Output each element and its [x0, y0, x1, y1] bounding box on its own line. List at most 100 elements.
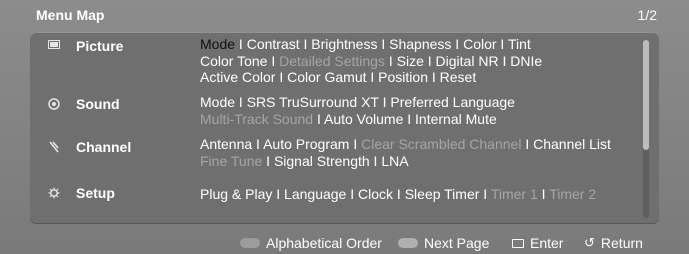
menu-item-line: Active Color I Color Gamut I Position I …: [200, 69, 650, 86]
menu-item[interactable]: Preferred Language: [390, 94, 515, 110]
menu-item[interactable]: DNIe: [510, 53, 542, 69]
enter-icon: [512, 238, 524, 248]
menu-item[interactable]: Auto Program: [263, 136, 349, 152]
menu-item-line: Multi-Track Sound I Auto Volume I Intern…: [200, 111, 650, 128]
menu-item-line: Plug & Play I Language I Clock I Sleep T…: [200, 186, 650, 203]
menu-item[interactable]: Color: [463, 36, 496, 52]
menu-item[interactable]: SRS TruSurround XT: [247, 94, 379, 110]
menu-item[interactable]: Shapness: [389, 36, 451, 52]
item-separator: I: [377, 36, 390, 52]
channel-icon: [48, 141, 60, 153]
menu-item[interactable]: Active Color: [200, 69, 275, 85]
item-separator: I: [299, 36, 312, 52]
item-separator: I: [235, 94, 247, 110]
item-separator: I: [262, 152, 274, 169]
menu-item[interactable]: Internal Mute: [415, 111, 497, 127]
item-separator: I: [393, 186, 405, 202]
return-label: Return: [600, 235, 643, 251]
menu-item-line: Mode I SRS TruSurround XT I Preferred La…: [200, 94, 650, 111]
item-separator: I: [384, 52, 397, 69]
menu-items: Plug & Play I Language I Clock I Sleep T…: [200, 186, 650, 203]
item-separator: I: [378, 94, 391, 110]
menu-item[interactable]: LNA: [381, 153, 408, 169]
item-separator: I: [349, 136, 362, 152]
menu-item[interactable]: Auto Volume: [324, 111, 403, 127]
item-separator: I: [313, 110, 324, 127]
page-title: Menu Map: [36, 7, 105, 23]
menu-item[interactable]: Channel List: [533, 136, 611, 152]
item-separator: I: [537, 186, 550, 202]
picture-icon: [48, 40, 60, 52]
menu-item[interactable]: Mode: [200, 94, 235, 110]
menu-item[interactable]: Mode: [200, 36, 235, 52]
menu-item[interactable]: Language: [284, 186, 346, 202]
page-indicator: 1/2: [637, 7, 657, 23]
enter-button[interactable]: Enter: [512, 235, 563, 251]
menu-item[interactable]: Tint: [508, 36, 531, 52]
light-button-icon: [398, 238, 418, 248]
menu-item[interactable]: Color Tone: [200, 53, 267, 69]
item-separator: I: [423, 52, 436, 69]
menu-item[interactable]: Reset: [440, 69, 477, 85]
return-button[interactable]: ↺ Return: [584, 235, 643, 251]
menu-map-screen: Menu Map 1/2 Picture Mode I Contrast I B…: [0, 0, 689, 254]
scroll-thumb[interactable]: [643, 40, 649, 150]
alphabetical-order-button[interactable]: Alphabetical Order: [240, 235, 382, 251]
menu-item: Multi-Track Sound: [200, 110, 314, 127]
next-page-button[interactable]: Next Page: [398, 235, 489, 251]
menu-row-label: Sound: [76, 96, 120, 112]
menu-item[interactable]: Color Gamut: [287, 69, 366, 85]
item-separator: I: [496, 36, 508, 52]
menu-panel: Picture Mode I Contrast I Brightness I S…: [30, 32, 659, 224]
item-separator: I: [275, 69, 288, 85]
item-separator: I: [346, 186, 359, 202]
menu-item[interactable]: Size: [397, 53, 424, 69]
menu-item: Timer 2: [549, 186, 597, 202]
menu-item[interactable]: Signal Strength: [274, 153, 370, 169]
menu-items: Mode I SRS TruSurround XT I Preferred La…: [200, 94, 650, 127]
menu-items: Antenna I Auto Program I Clear Scrambled…: [200, 136, 650, 169]
menu-item-line: Fine Tune I Signal Strength I LNA: [200, 153, 650, 170]
item-separator: I: [252, 136, 264, 152]
item-separator: I: [366, 69, 379, 85]
menu-item: Detailed Settings: [279, 52, 385, 69]
item-separator: I: [521, 136, 534, 152]
menu-row-label: Picture: [76, 38, 124, 54]
menu-item: Fine Tune: [200, 152, 263, 169]
menu-item[interactable]: Digital NR: [436, 53, 499, 69]
menu-item[interactable]: Antenna: [200, 136, 252, 152]
item-separator: I: [479, 186, 491, 202]
menu-item[interactable]: Clock: [358, 186, 393, 202]
next-page-label: Next Page: [424, 235, 490, 251]
enter-label: Enter: [530, 235, 564, 251]
item-separator: I: [272, 186, 285, 202]
setup-icon: [48, 187, 60, 199]
item-separator: I: [369, 152, 382, 169]
return-icon: ↺: [584, 235, 595, 250]
menu-row-label: Channel: [76, 139, 132, 155]
item-separator: I: [235, 36, 247, 52]
menu-row-label: Setup: [76, 185, 115, 201]
menu-item[interactable]: Brightness: [311, 36, 377, 52]
gray-button-icon: [240, 238, 260, 248]
menu-item[interactable]: Position: [378, 69, 428, 85]
header: Menu Map 1/2: [0, 0, 689, 32]
scrollbar[interactable]: [643, 40, 649, 218]
menu-item-line: Color Tone I Detailed Settings I Size I …: [200, 53, 650, 70]
sound-icon: [48, 98, 60, 110]
menu-items: Mode I Contrast I Brightness I Shapness …: [200, 36, 650, 86]
alphabetical-order-label: Alphabetical Order: [266, 235, 382, 251]
menu-item-line: Antenna I Auto Program I Clear Scrambled…: [200, 136, 650, 153]
menu-item: Clear Scrambled Channel: [361, 136, 522, 152]
footer-guide: Alphabetical Order Next Page Enter ↺ Ret…: [0, 232, 689, 254]
menu-item: Timer 1: [490, 186, 538, 202]
menu-item[interactable]: Plug & Play: [200, 186, 272, 202]
item-separator: I: [427, 69, 440, 85]
menu-item-line: Mode I Contrast I Brightness I Shapness …: [200, 36, 650, 53]
menu-item[interactable]: Contrast: [247, 36, 300, 52]
item-separator: I: [498, 52, 511, 69]
menu-item[interactable]: Sleep Timer: [405, 186, 480, 202]
item-separator: I: [403, 110, 416, 127]
item-separator: I: [267, 52, 280, 69]
item-separator: I: [451, 36, 464, 52]
